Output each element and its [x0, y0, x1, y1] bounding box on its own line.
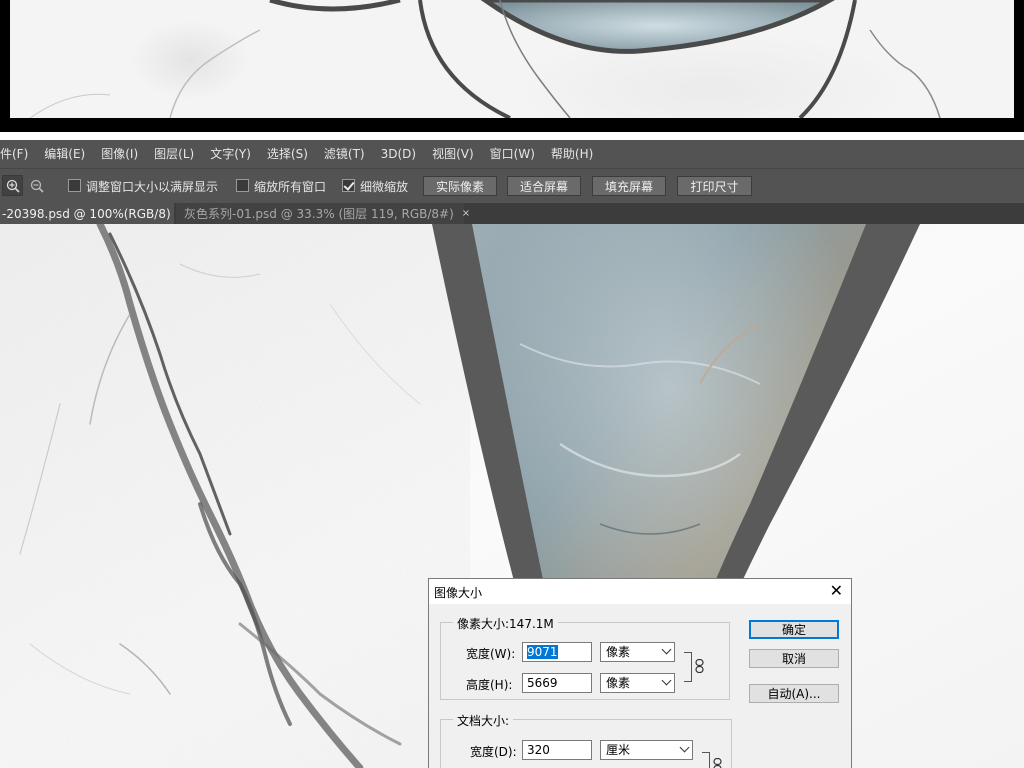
zoom-in-icon[interactable]: [2, 175, 23, 196]
pixel-height-unit: 像素: [606, 676, 631, 690]
zoom-out-icon[interactable]: [26, 175, 47, 196]
resize-windows-checkbox[interactable]: [68, 179, 81, 192]
menu-3d[interactable]: 3D(D): [373, 140, 424, 168]
menu-bar: 件(F) 编辑(E) 图像(I) 图层(L) 文字(Y) 选择(S) 滤镜(T)…: [0, 140, 1024, 168]
pixel-width-field[interactable]: 9071: [522, 642, 592, 662]
chevron-down-icon: [661, 644, 672, 655]
menu-edit[interactable]: 编辑(E): [36, 140, 93, 168]
document-tab-bar: -20398.psd @ 100%(RGB/8) × 灰色系列-01.psd @…: [0, 203, 1024, 224]
menu-layer[interactable]: 图层(L): [146, 140, 202, 168]
ok-button[interactable]: 确定: [749, 620, 839, 639]
menu-file[interactable]: 件(F): [0, 140, 36, 168]
document-size-group: 文档大小: 宽度(D): 320 厘米: [440, 712, 732, 768]
menu-window[interactable]: 窗口(W): [482, 140, 543, 168]
menu-filter[interactable]: 滤镜(T): [316, 140, 373, 168]
zoom-all-windows-checkbox[interactable]: [236, 179, 249, 192]
print-size-button[interactable]: 打印尺寸: [677, 176, 752, 196]
chevron-down-icon: [679, 742, 690, 753]
top-preview-image: [0, 0, 1024, 132]
resize-windows-label: 调整窗口大小以满屏显示: [86, 180, 219, 194]
dialog-titlebar: 图像大小 ✕: [429, 579, 851, 604]
pixel-dimensions-label: 像素大小:147.1M: [453, 615, 558, 632]
options-bar: 调整窗口大小以满屏显示 缩放所有窗口 细微缩放 实际像素 适合屏幕 填充屏幕 打…: [0, 168, 1024, 203]
fill-screen-button[interactable]: 填充屏幕: [592, 176, 666, 196]
marble-preview: [10, 0, 1014, 118]
doc-width-label: 宽度(D):: [470, 745, 517, 759]
pixel-height-label: 高度(H):: [466, 678, 513, 692]
link-chain-icon: [695, 658, 704, 676]
close-icon[interactable]: ×: [462, 208, 470, 219]
menu-view[interactable]: 视图(V): [424, 140, 482, 168]
cancel-button[interactable]: 取消: [749, 649, 839, 668]
pixel-width-unit: 像素: [606, 645, 631, 659]
dialog-title: 图像大小: [434, 586, 483, 600]
doc-width-unit-select[interactable]: 厘米: [600, 740, 693, 760]
doc-width-field[interactable]: 320: [522, 740, 592, 760]
zoom-all-windows-label: 缩放所有窗口: [254, 180, 327, 194]
doc-width-unit: 厘米: [606, 743, 631, 757]
pixel-width-unit-select[interactable]: 像素: [600, 642, 675, 662]
chevron-down-icon: [661, 675, 672, 686]
image-size-dialog: 图像大小 ✕ 像素大小:147.1M 宽度(W): 9071 像素 高度(H):…: [428, 578, 852, 768]
pixel-width-value: 9071: [527, 645, 558, 659]
pixel-width-label: 宽度(W):: [466, 647, 516, 661]
close-icon[interactable]: ✕: [830, 581, 843, 600]
scrubby-zoom-checkbox[interactable]: [342, 179, 355, 192]
constrain-bracket: [702, 752, 710, 768]
menu-image[interactable]: 图像(I): [93, 140, 146, 168]
menu-select[interactable]: 选择(S): [259, 140, 316, 168]
scrubby-zoom-label: 细微缩放: [360, 180, 409, 194]
menu-type[interactable]: 文字(Y): [202, 140, 259, 168]
document-size-label: 文档大小:: [453, 712, 514, 729]
pixel-height-unit-select[interactable]: 像素: [600, 673, 675, 693]
tab-label: -20398.psd @ 100%(RGB/8): [2, 206, 171, 221]
preview-artwork: [29, 0, 941, 118]
constrain-bracket: [684, 652, 692, 682]
link-chain-icon: [713, 757, 722, 768]
tab-document-inactive[interactable]: 灰色系列-01.psd @ 33.3% (图层 119, RGB/8#) ×: [176, 203, 470, 224]
actual-pixels-button[interactable]: 实际像素: [423, 176, 497, 196]
pixel-dimensions-group: 像素大小:147.1M 宽度(W): 9071 像素 高度(H): 5669 像…: [440, 615, 730, 700]
doc-width-value: 320: [527, 743, 550, 757]
pixel-height-field[interactable]: 5669: [522, 673, 592, 693]
pixel-height-value: 5669: [527, 676, 558, 690]
fit-screen-button[interactable]: 适合屏幕: [507, 176, 581, 196]
auto-button[interactable]: 自动(A)...: [749, 684, 839, 703]
tab-document-active[interactable]: -20398.psd @ 100%(RGB/8) ×: [0, 203, 187, 224]
tab-label: 灰色系列-01.psd @ 33.3% (图层 119, RGB/8#): [184, 207, 454, 221]
menu-help[interactable]: 帮助(H): [543, 140, 601, 168]
